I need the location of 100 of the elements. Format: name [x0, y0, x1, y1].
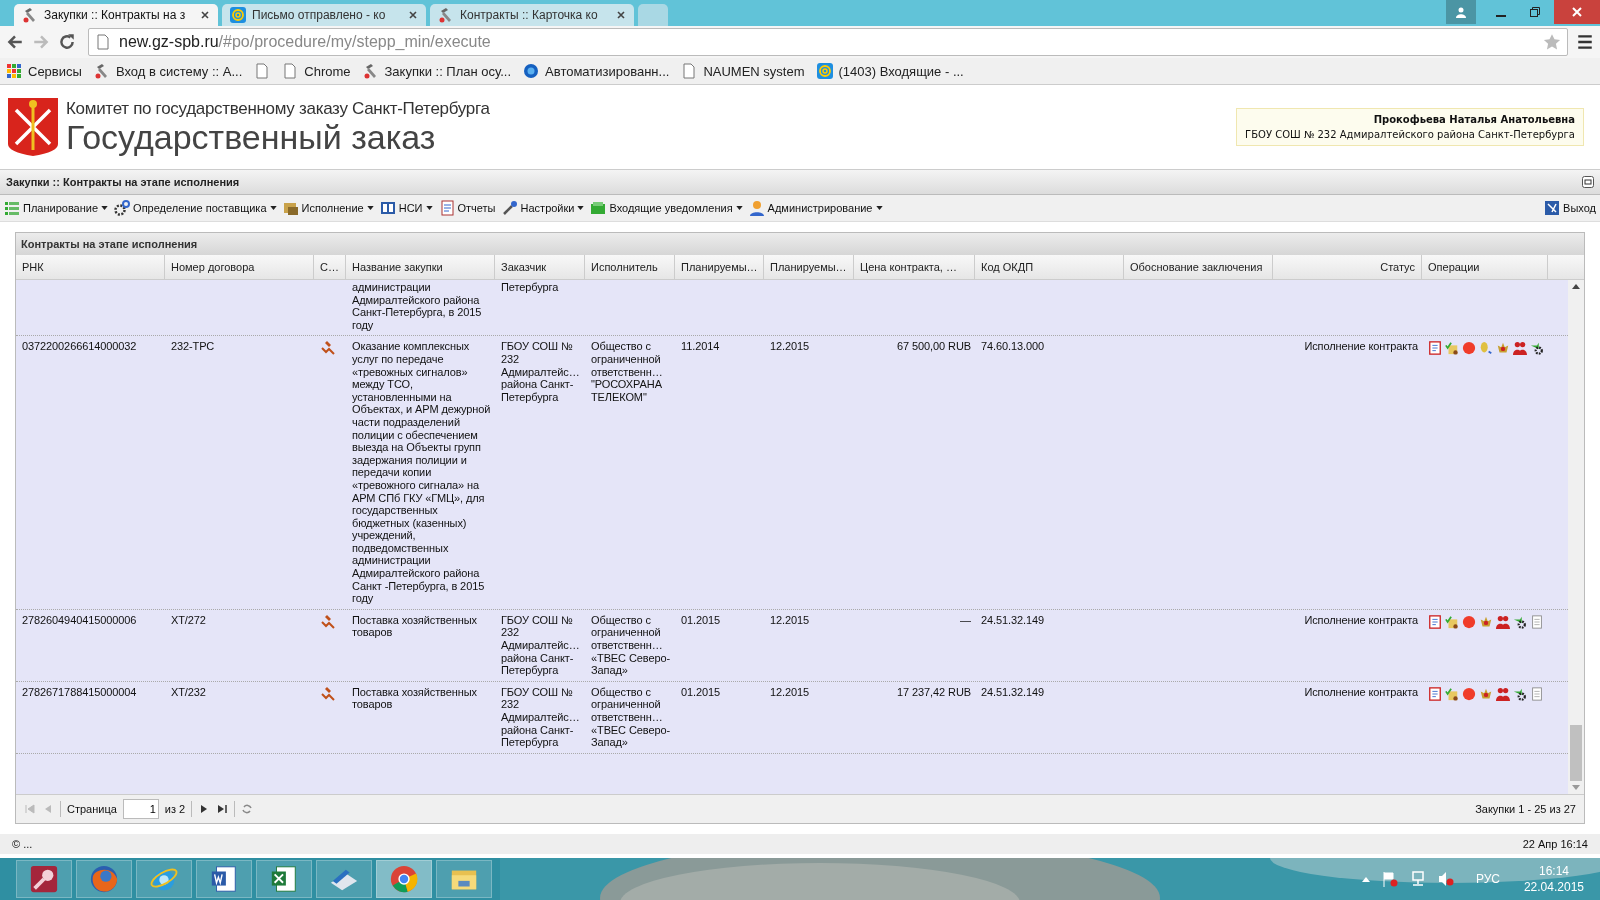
table-cell: 12.2015 [770, 340, 810, 353]
menu-item[interactable]: Планирование [4, 200, 109, 216]
scroll-check-icon[interactable] [1445, 340, 1459, 357]
bookmark[interactable]: Сервисы [6, 63, 82, 79]
column-header[interactable]: РНК [16, 255, 165, 279]
refresh-icon[interactable] [241, 803, 254, 815]
column-header[interactable]: Планируемы… [675, 255, 764, 279]
scroll-thumb[interactable] [1570, 725, 1582, 781]
column-header[interactable]: Номер договора [165, 255, 314, 279]
bookmark[interactable] [254, 63, 271, 79]
book-icon [379, 200, 396, 216]
list-icon [4, 200, 20, 216]
restore-icon [1529, 6, 1541, 18]
column-header[interactable]: Код ОКДП [975, 255, 1124, 279]
menu-item[interactable]: Определение поставщика [114, 200, 277, 216]
column-header[interactable]: Заказчик [495, 255, 585, 279]
close-icon[interactable] [200, 10, 210, 20]
table-cell: Общество с ограниченной ответственн… «ТВЕС Северо-Запад» [591, 613, 670, 677]
column-header[interactable]: Исполнитель [585, 255, 675, 279]
star-icon[interactable] [1543, 33, 1561, 51]
browser-tab[interactable]: Письмо отправлено - ко [222, 4, 426, 26]
back-icon[interactable] [6, 33, 24, 51]
page-title: Закупки :: Контракты на этапе исполнения [6, 176, 240, 188]
collapse-icon[interactable] [1582, 176, 1594, 188]
scroll-down-icon[interactable] [1572, 785, 1580, 790]
menu-item[interactable]: Администрирование [748, 200, 883, 216]
people-icon[interactable] [1496, 613, 1510, 630]
logout-button[interactable]: Выход [1544, 200, 1596, 216]
column-header[interactable]: Название закупки [346, 255, 495, 279]
taskbar-button[interactable] [16, 860, 72, 898]
bookmark[interactable]: Закупки :: План осу... [362, 63, 512, 79]
notebook-icon[interactable] [1428, 685, 1442, 702]
stop-icon[interactable] [1462, 685, 1476, 702]
menu-item[interactable]: Отчеты [438, 200, 496, 216]
column-header[interactable]: Планируемы… [764, 255, 854, 279]
browser-tab[interactable]: Контракты :: Карточка ко [430, 4, 634, 26]
menu-icon[interactable] [1576, 33, 1594, 51]
hammer-arrow-icon [320, 685, 336, 702]
taskbar-button[interactable] [256, 860, 312, 898]
scroll-check-icon[interactable] [1445, 685, 1459, 702]
notebook-icon[interactable] [1428, 613, 1442, 630]
bookmark[interactable]: Автоматизированн... [523, 63, 670, 79]
close-icon[interactable] [408, 10, 418, 20]
tray-expand-icon[interactable] [1361, 876, 1370, 882]
column-header[interactable]: Цена контракта, … [854, 255, 975, 279]
user-name: Прокофьева Наталья Анатольевна [1373, 114, 1575, 125]
table-cell: Исполнение контракта [1304, 340, 1418, 353]
scrollbar[interactable] [1568, 280, 1584, 794]
table-cell: Общество с ограниченной ответственн… "РОСОХРАНА ТЕЛЕКОМ" [591, 340, 663, 403]
close-icon[interactable] [616, 10, 626, 20]
hammer-icon [362, 63, 379, 79]
column-header[interactable]: Операции [1422, 255, 1548, 279]
settings-icon[interactable] [1530, 340, 1544, 357]
notebook-icon[interactable] [1428, 340, 1442, 357]
taskbar-button[interactable] [376, 860, 432, 898]
bookmark[interactable]: Chrome [282, 63, 351, 79]
table-cell: 11.2014 [681, 340, 720, 353]
people-icon[interactable] [1513, 340, 1527, 357]
table-cell: Общество с ограниченной ответственн… «ТВЕС Северо-Запад» [591, 685, 670, 749]
table-cell: 2782671788415000004 [22, 685, 137, 698]
document-icon [438, 200, 455, 216]
network-icon[interactable] [1409, 871, 1426, 887]
flag-icon[interactable] [1381, 871, 1398, 887]
bookmark[interactable]: Вход в систему :: А... [93, 63, 243, 79]
table-cell: 17 237,42 RUB [897, 685, 971, 698]
panel-title: Контракты на этапе исполнения [21, 238, 198, 250]
table-cell: — [960, 613, 971, 626]
profile-button[interactable] [1446, 0, 1476, 24]
last-page-icon[interactable] [216, 803, 229, 815]
stop-icon[interactable] [1462, 613, 1476, 630]
close-button[interactable] [1554, 0, 1600, 24]
folder-icon [282, 200, 299, 216]
browser-tab[interactable]: Закупки :: Контракты на з [14, 4, 218, 26]
column-header[interactable]: Обоснование заключения [1124, 255, 1273, 279]
address-bar[interactable]: new.gz-spb.ru/#po/procedure/my/stepp_min/execute [88, 28, 1568, 56]
table-cell: ГБОУ СОШ № 232 Адмиралтейс… района Санкт-Петербурга [501, 340, 580, 403]
table-cell: 74.60.13.000 [981, 340, 1045, 353]
scroll-check-icon[interactable] [1445, 613, 1459, 630]
menu-item[interactable]: Настройки [501, 200, 585, 216]
column-header[interactable]: Статус [1273, 255, 1422, 279]
scroll-up-icon[interactable] [1572, 284, 1580, 289]
stop-icon[interactable] [1462, 340, 1476, 357]
page-icon [95, 34, 111, 50]
records-summary: Закупки 1 - 25 из 27 [1475, 803, 1576, 815]
table-cell: Оказание комплексных услуг по передаче «тревожных сигналов» между ТСО, установленными на Объектах, и АРМ дежурной части подразделений полиции с обеспечением выезда на Объекты групп задержания полиции и передачи копии «тревожного сигнала» на АРМ СПб ГКУ «ГМЦ», для государственных бюджетных (казенных) учреждений, подведомственных администрации Адмиралтейского района Санкт -Петербурга, в 2015 году [352, 340, 491, 605]
reload-icon[interactable] [58, 33, 76, 51]
taskbar-button[interactable] [316, 860, 372, 898]
hammer-arrow-icon [320, 613, 336, 630]
people-icon[interactable] [1496, 685, 1510, 702]
column-header[interactable]: С… [314, 255, 346, 279]
taskbar-button[interactable] [196, 860, 252, 898]
menu-item[interactable]: НСИ [379, 200, 433, 216]
taskbar-button[interactable] [76, 860, 132, 898]
muted-speaker-icon[interactable] [1437, 871, 1454, 887]
bookmark[interactable]: (1403) Входящие - ... [816, 63, 964, 79]
table-cell: 67 500,00 RUB [897, 340, 971, 353]
menu-item[interactable]: Исполнение [282, 200, 374, 216]
menu-item[interactable]: Входящие уведомления [590, 200, 743, 216]
page-field[interactable]: 1 [122, 799, 159, 819]
bookmark[interactable]: NAUMEN system [681, 63, 805, 79]
